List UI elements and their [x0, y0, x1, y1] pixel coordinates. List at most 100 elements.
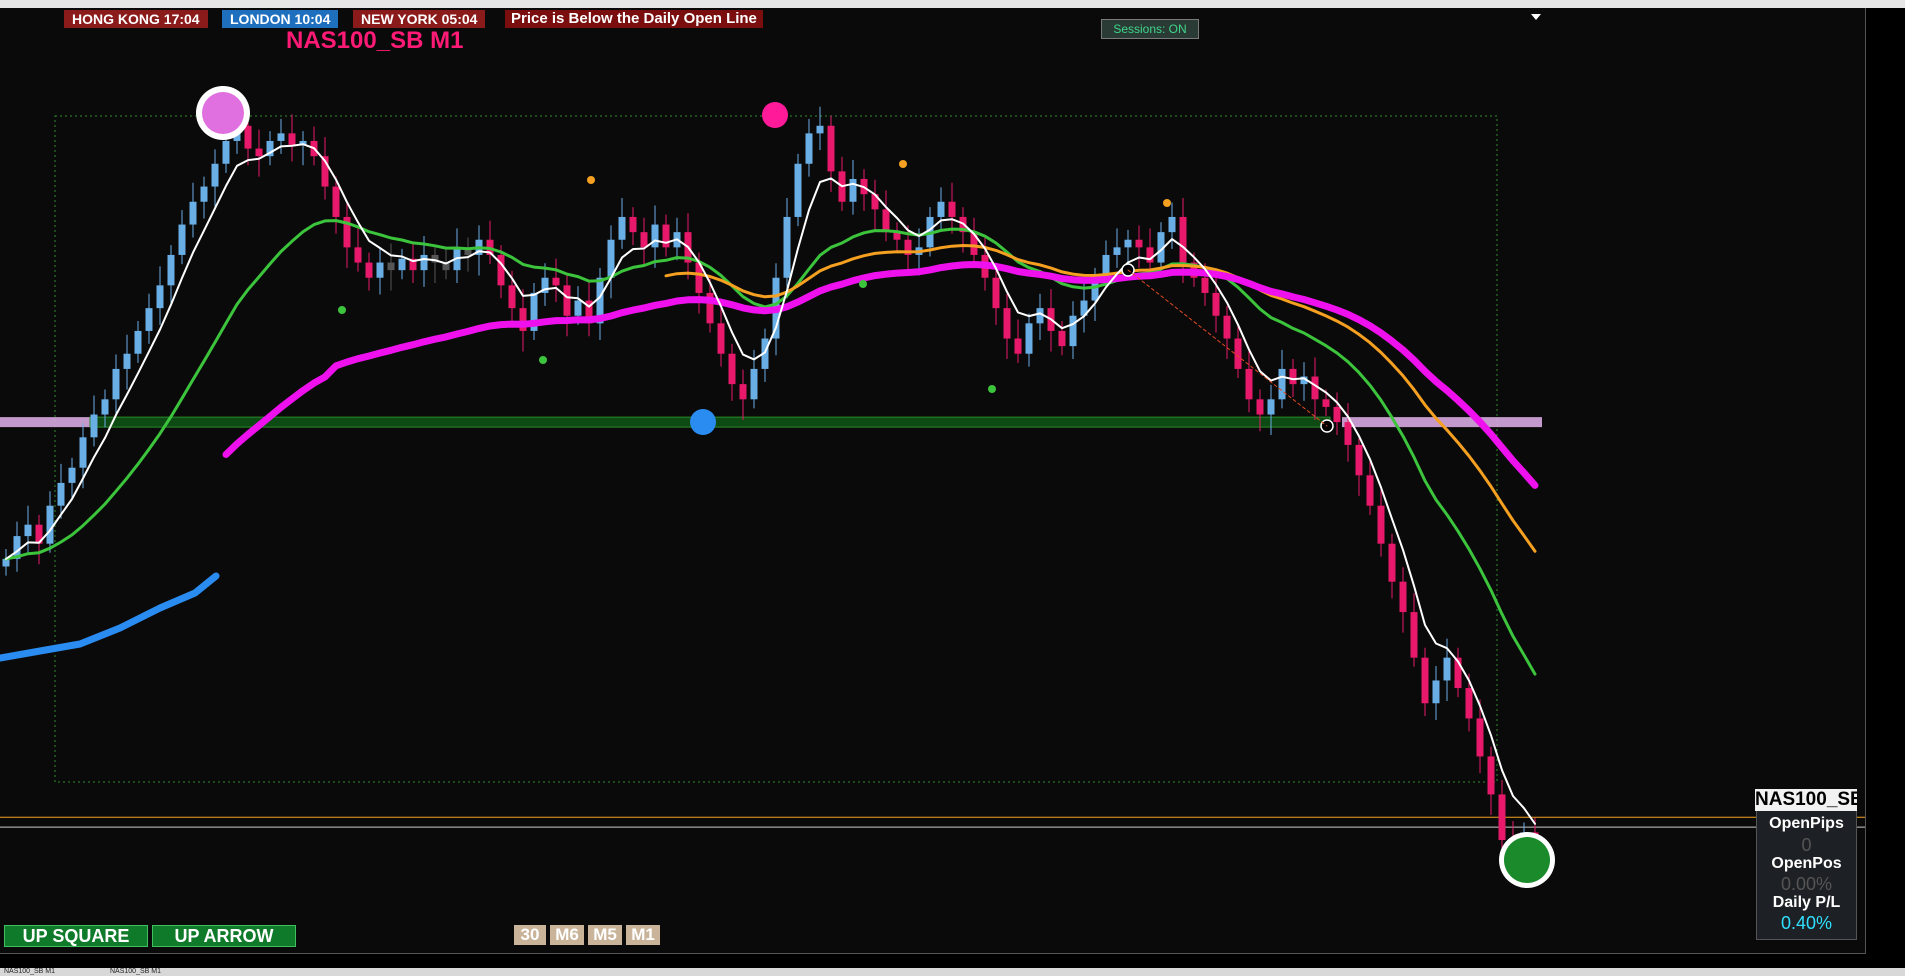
candle-body	[750, 368, 758, 400]
chart-tab[interactable]: NAS100_SB M1	[4, 968, 55, 976]
sessions-toggle-button[interactable]: Sessions: ON	[1101, 19, 1199, 39]
candle-body	[574, 300, 582, 316]
candle-body	[1377, 505, 1385, 544]
timeframe-m6-button[interactable]: M6	[550, 925, 584, 945]
ma-blue-line	[0, 572, 220, 662]
candle-body	[1388, 543, 1396, 582]
candle-body	[1014, 338, 1022, 354]
candle-body	[662, 224, 670, 248]
candle-body	[376, 262, 384, 278]
candle-body	[1432, 680, 1440, 704]
candle-body	[1113, 247, 1121, 255]
candle-body	[222, 140, 230, 164]
candle-body	[68, 467, 76, 483]
candle-body	[288, 133, 296, 145]
chart-shift-marker-icon	[1531, 14, 1541, 20]
candle-body	[145, 308, 153, 331]
up-arrow-button[interactable]: UP ARROW	[152, 925, 296, 947]
candle-body	[200, 186, 208, 202]
price-status-message: Price is Below the Daily Open Line	[505, 10, 763, 28]
candle-body	[1333, 406, 1341, 423]
open-pips-label: OpenPips	[1769, 815, 1844, 832]
candle-body	[1289, 368, 1297, 385]
candle-body	[1267, 399, 1275, 415]
candle-body	[189, 201, 197, 225]
candle-body	[1003, 308, 1011, 339]
price-chart[interactable]: 24462.724458.224453.724449.224444.724440…	[0, 8, 1866, 954]
candle-body	[805, 133, 813, 164]
session-box	[54, 115, 1498, 783]
candle-body	[816, 125, 824, 134]
up-square-button[interactable]: UP SQUARE	[4, 925, 148, 947]
candle-body	[354, 247, 362, 263]
timeframe-30-button[interactable]: 30	[514, 925, 546, 945]
candle-body	[1168, 216, 1176, 233]
candle-body	[651, 224, 659, 248]
candle-body	[1443, 657, 1451, 681]
signal-dot	[859, 280, 867, 288]
account-info-panel: NAS100_SB OpenPips 0 OpenPos 0.00% Daily…	[1755, 789, 1857, 940]
timeframe-m1-button[interactable]: M1	[626, 925, 660, 945]
panel-symbol: NAS100_SB	[1755, 789, 1857, 811]
signal-dot	[988, 385, 996, 393]
ma-magenta-line	[222, 261, 1539, 489]
candle-body	[1234, 338, 1242, 369]
candle-body	[134, 330, 142, 354]
candle-body	[1421, 657, 1429, 704]
buy-signal-marker-inner	[1504, 837, 1550, 883]
candle-body	[794, 163, 802, 217]
candle-body	[937, 201, 945, 217]
candle-body	[156, 285, 164, 309]
candle-body	[1124, 239, 1132, 248]
open-pos-label: OpenPos	[1771, 855, 1842, 872]
signal-dot	[338, 306, 346, 314]
signal-dot	[1163, 199, 1171, 207]
candle-body	[1344, 422, 1352, 445]
chart-canvas[interactable]: 24462.724458.224453.724449.224444.724440…	[0, 8, 1866, 954]
candle-body	[1245, 368, 1253, 400]
daily-pl-label: Daily P/L	[1772, 894, 1841, 911]
candle-body	[849, 178, 857, 202]
candle-body	[332, 186, 340, 217]
session-london: LONDON 10:04	[222, 10, 339, 28]
chart-tab[interactable]: NAS100_SB M1	[110, 968, 161, 976]
ma-orange-line	[664, 244, 1537, 553]
timeframe-m5-button[interactable]: M5	[588, 925, 622, 945]
low-marker	[690, 409, 716, 435]
candle-body	[112, 368, 120, 400]
candle-body	[277, 133, 285, 141]
candle-body	[1487, 756, 1495, 795]
candle-body	[244, 125, 252, 149]
ma-white-line	[5, 143, 1536, 825]
candle-body	[992, 277, 1000, 309]
candle-body	[1410, 612, 1418, 658]
candle-body	[101, 399, 109, 415]
candle-body	[24, 524, 32, 537]
session-new-york: NEW YORK 05:04	[353, 10, 486, 28]
candle-body	[1476, 718, 1484, 757]
daily-open-band-left	[0, 417, 90, 428]
candle-body	[497, 254, 505, 286]
candle-body	[629, 216, 637, 233]
candle-body	[783, 216, 791, 278]
signal-dot	[899, 160, 907, 168]
candle-body	[90, 414, 98, 438]
candle-body	[739, 384, 747, 400]
candle-body	[167, 254, 175, 286]
candle-body	[882, 209, 890, 233]
candle-body	[1146, 247, 1154, 263]
candle-body	[552, 277, 560, 286]
candle-body	[728, 353, 736, 385]
candle-body	[1179, 216, 1187, 263]
candle-body	[1498, 794, 1506, 841]
candle-body	[1355, 444, 1363, 476]
top-signal-marker-inner	[202, 92, 244, 134]
candle-body	[255, 148, 263, 157]
candle-body	[640, 232, 648, 248]
candle-body	[79, 437, 87, 468]
candle-body	[211, 163, 219, 187]
high-marker	[762, 102, 788, 128]
candle-body	[387, 262, 395, 271]
candle-body	[1322, 399, 1330, 407]
candle-body	[508, 285, 516, 309]
